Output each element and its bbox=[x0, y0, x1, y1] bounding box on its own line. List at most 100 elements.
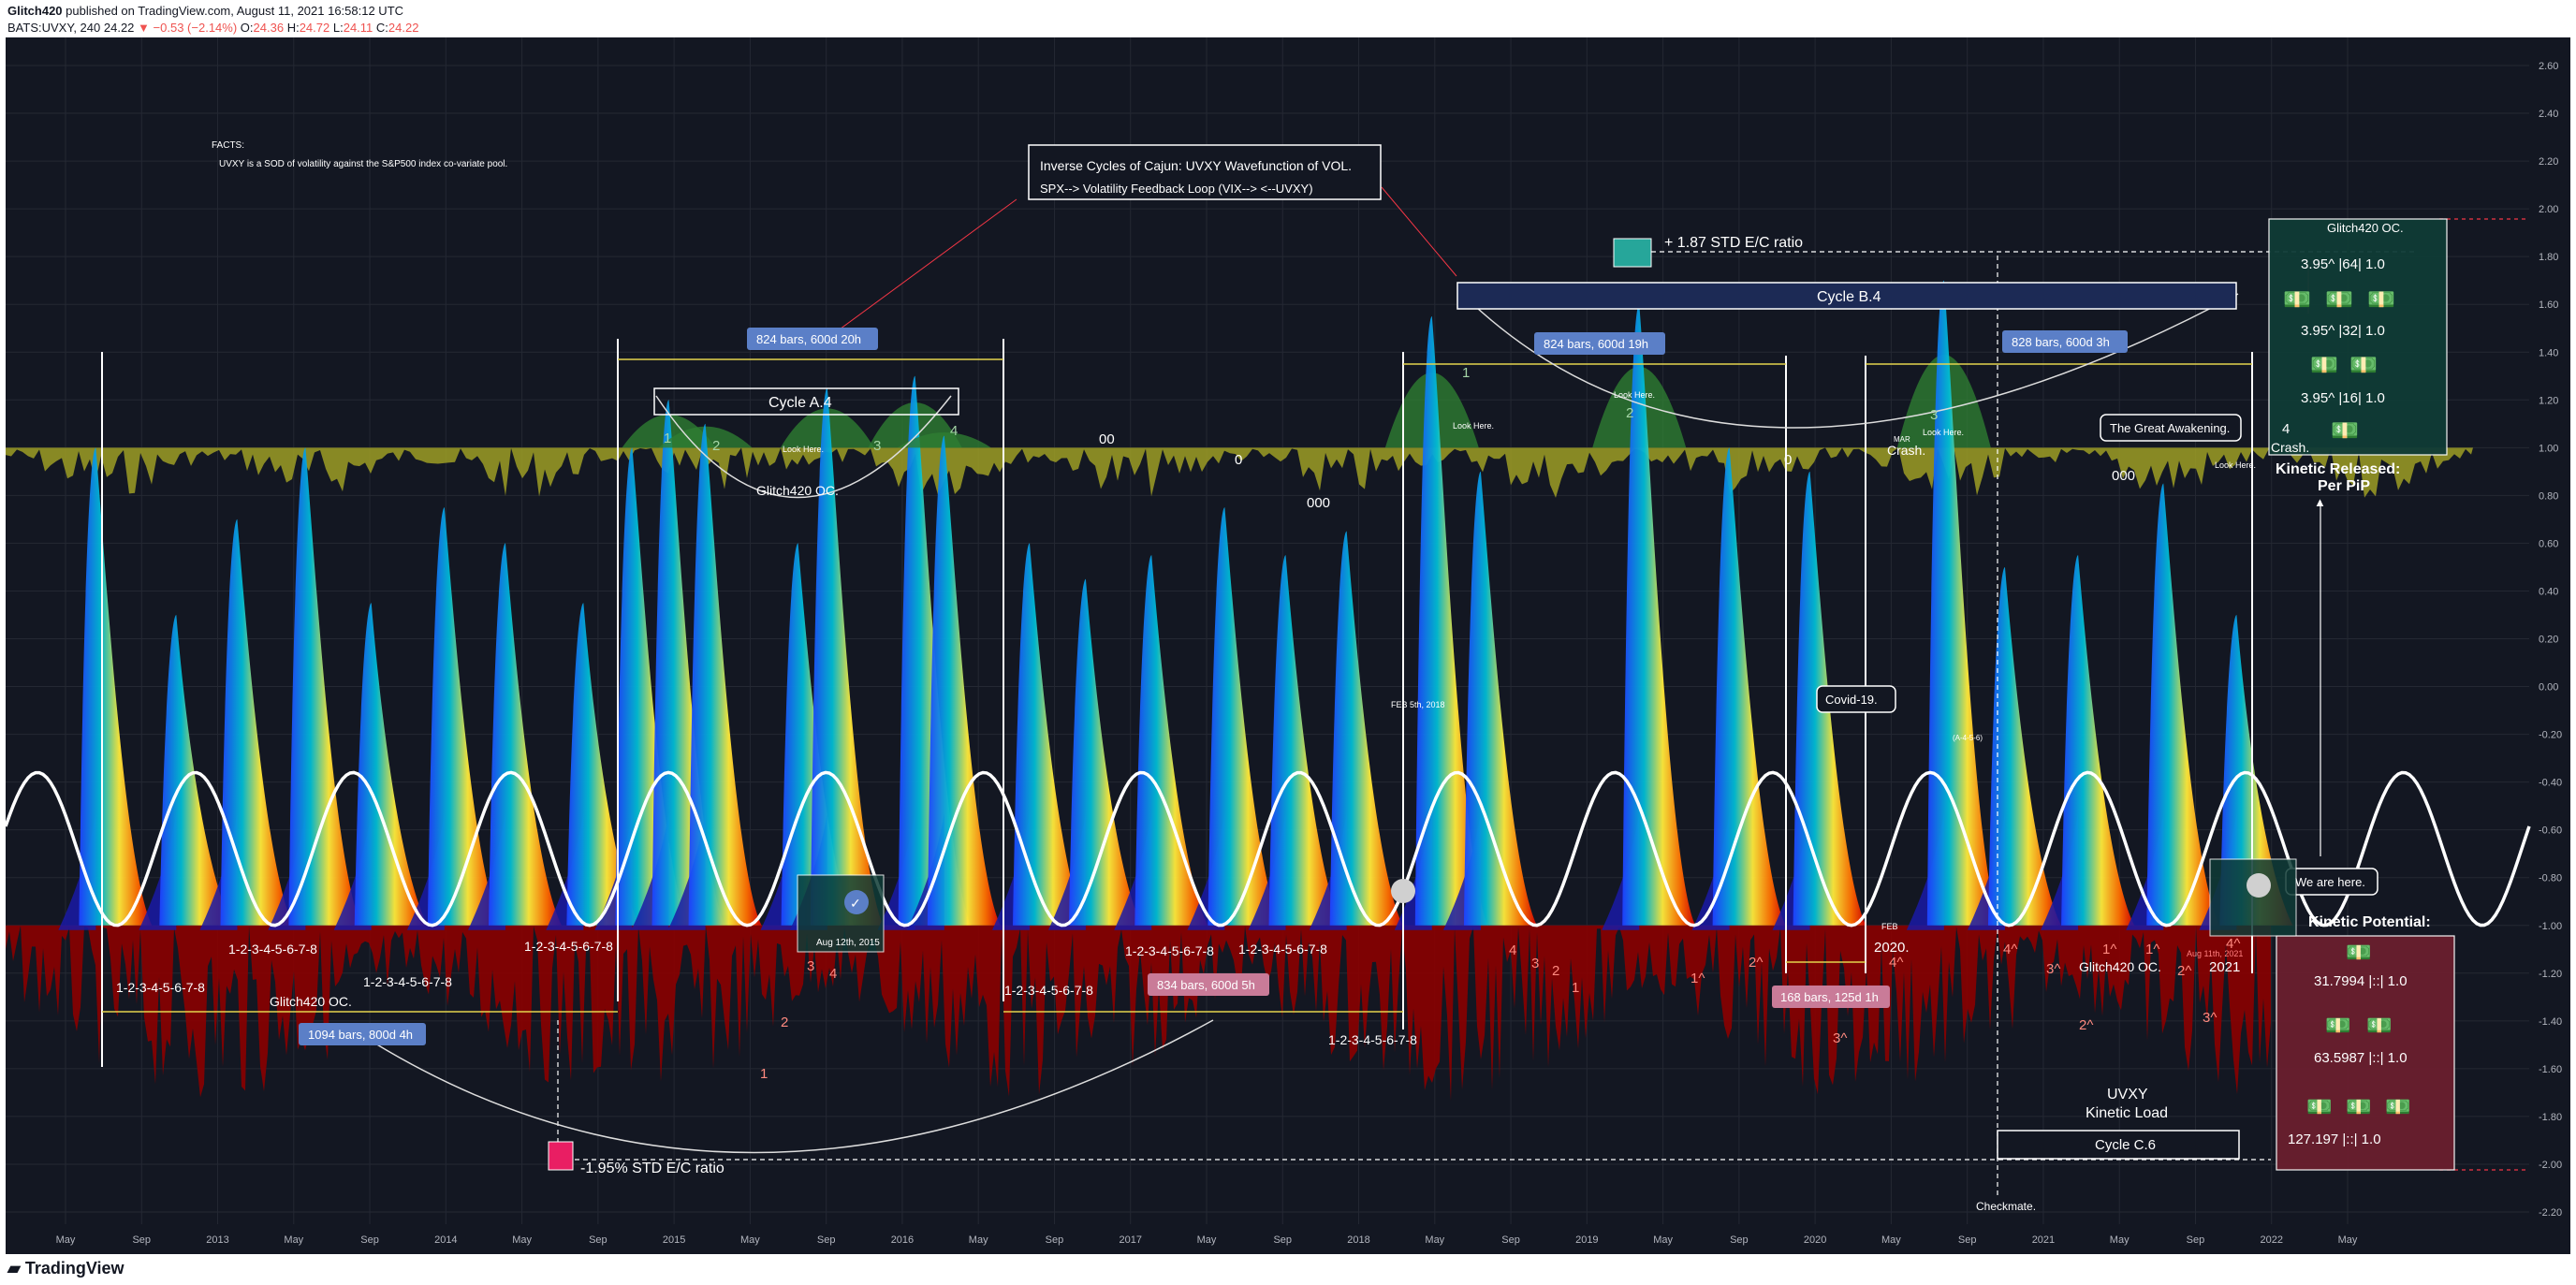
wave-red-8: 1 bbox=[1572, 980, 1579, 996]
money-icon: 💵 bbox=[2310, 353, 2338, 378]
triple-zero-label-1: 000 bbox=[1307, 495, 1330, 511]
open-label: O: bbox=[240, 21, 254, 35]
feb-2018-label: FEB 5th, 2018 bbox=[1391, 700, 1445, 709]
price-tick-label: -1.20 bbox=[2539, 969, 2562, 980]
money-icon: 💵 bbox=[2325, 1014, 2350, 1037]
aug-2015-label: Aug 12th, 2015 bbox=[816, 938, 880, 948]
glitch-oc-label: Glitch420 OC. bbox=[756, 483, 839, 498]
publisher-name[interactable]: Glitch420 bbox=[7, 4, 63, 18]
look-here-2: Look Here. bbox=[1453, 421, 1494, 431]
price-tick-label: 2.00 bbox=[2539, 204, 2558, 215]
up-arrow-icon: ▲ bbox=[2314, 495, 2326, 509]
tradingview-logo[interactable]: ▰ TradingView bbox=[7, 1259, 124, 1278]
price-tick-label: 0.60 bbox=[2539, 538, 2558, 549]
time-tick-label: May bbox=[1881, 1234, 1901, 1246]
time-tick-label: Sep bbox=[817, 1234, 836, 1246]
price-tick-label: -0.20 bbox=[2539, 730, 2562, 741]
wave-green-5: 1 bbox=[1462, 365, 1470, 381]
kinetic-potential-row-1: 31.7994 |::| 1.0 bbox=[2314, 973, 2408, 989]
std-plus-marker[interactable] bbox=[1613, 238, 1652, 268]
glitch-oc-label-3: Glitch420 OC. bbox=[2079, 959, 2161, 974]
high-value: 24.72 bbox=[299, 21, 330, 35]
look-here-5: Look Here. bbox=[2215, 460, 2256, 470]
money-icons-row-5: 💵 💵 💵 bbox=[2306, 1095, 2410, 1118]
wave-red-4: 4 bbox=[829, 966, 837, 982]
money-icon: 💵 bbox=[2367, 287, 2395, 313]
time-tick-label: May bbox=[2110, 1234, 2130, 1246]
bar-label-1: 824 bars, 600d 20h bbox=[756, 332, 861, 346]
price-tick-label: 0.20 bbox=[2539, 635, 2558, 646]
symbol-label[interactable]: BATS:UVXY, 240 bbox=[7, 21, 100, 35]
time-tick-label: Sep bbox=[1501, 1234, 1520, 1246]
time-tick-label: 2019 bbox=[1575, 1234, 1598, 1246]
kinetic-potential-row-3: 127.197 |::| 1.0 bbox=[2288, 1132, 2381, 1147]
money-icon: 💵 bbox=[2325, 287, 2353, 313]
price-tick-label: -0.80 bbox=[2539, 873, 2562, 884]
wave-red-7: 2 bbox=[1552, 963, 1559, 979]
time-tick-label: Sep bbox=[2187, 1234, 2205, 1246]
price-chart[interactable]: 2.60 2.40 2.20 2.00 1.80 1.60 1.40 1.20 1.00 0.80… bbox=[6, 37, 2570, 1254]
wave-green-6: 2 bbox=[1626, 405, 1633, 421]
std-minus-label: -1.95% STD E/C ratio bbox=[580, 1161, 724, 1176]
time-tick-label: Sep bbox=[1273, 1234, 1292, 1246]
covid-label: Covid-19. bbox=[1825, 693, 1878, 707]
kinetic-released-row-3: 3.95^ |16| 1.0 bbox=[2301, 390, 2385, 406]
wave-red-3: 3 bbox=[807, 958, 814, 974]
caret-11: 3^ bbox=[2203, 1010, 2217, 1026]
title-line-1: Inverse Cycles of Cajun: UVXY Wavefuncti… bbox=[1040, 158, 1352, 173]
tv-logo-text: TradingView bbox=[24, 1259, 124, 1278]
wave-red-2: 2 bbox=[781, 1015, 788, 1030]
sequence-label-1: 1-2-3-4-5-6-7-8 bbox=[228, 942, 317, 956]
feb-label: FEB bbox=[1881, 922, 1898, 931]
time-tick-label: May bbox=[284, 1234, 303, 1246]
cycle-a-label: Cycle A.4 bbox=[768, 395, 832, 411]
close-label: C: bbox=[375, 21, 388, 35]
caret-3: 3^ bbox=[1833, 1030, 1847, 1046]
crash-label-2: Crash. bbox=[2271, 440, 2309, 455]
time-tick-label: 2022 bbox=[2260, 1234, 2282, 1246]
time-tick-label: Sep bbox=[1730, 1234, 1749, 1246]
time-tick-label: May bbox=[1653, 1234, 1673, 1246]
money-icon: 💵 bbox=[2306, 1095, 2332, 1118]
down-arrow-icon: ▼ bbox=[138, 21, 150, 35]
time-tick-label: 2021 bbox=[2032, 1234, 2055, 1246]
time-tick-label: 2018 bbox=[1347, 1234, 1369, 1246]
high-label: H: bbox=[286, 21, 300, 35]
uvxy-label: UVXY bbox=[2107, 1087, 2148, 1102]
price-tick-label: 0.80 bbox=[2539, 490, 2558, 502]
sequence-label-8: 1-2-3-4-5-6-7-8 bbox=[1328, 1032, 1417, 1047]
caret-5: 4^ bbox=[2003, 942, 2017, 957]
tv-logo-icon: ▰ bbox=[7, 1259, 21, 1278]
time-tick-label: 2017 bbox=[1119, 1234, 1141, 1246]
wave-white-4: 4 bbox=[2282, 421, 2290, 437]
glitch-oc-label-2: Glitch420 OC. bbox=[270, 994, 352, 1009]
publish-text: published on TradingView.com, August 11,… bbox=[66, 4, 404, 18]
look-here-3: Look Here. bbox=[1614, 390, 1655, 400]
std-minus-marker[interactable] bbox=[548, 1141, 574, 1171]
price-change: −0.53 (−2.14%) bbox=[153, 21, 238, 35]
great-awakening-label: The Great Awakening. bbox=[2110, 421, 2230, 435]
time-tick-label: 2013 bbox=[206, 1234, 228, 1246]
wave-red-6: 3 bbox=[1531, 956, 1539, 971]
price-tick-label: -1.00 bbox=[2539, 921, 2562, 932]
caret-7: 2^ bbox=[2079, 1017, 2093, 1033]
check-mark: ✓ bbox=[850, 896, 861, 911]
bar-label-2: 824 bars, 600d 19h bbox=[1544, 337, 1648, 351]
price-tick-label: -1.80 bbox=[2539, 1112, 2562, 1123]
money-icon: 💵 bbox=[2346, 1095, 2371, 1118]
crash-label-1: Crash. bbox=[1887, 443, 1925, 458]
cycle-c-label: Cycle C.6 bbox=[2095, 1137, 2156, 1153]
price-tick-label: 2.60 bbox=[2539, 61, 2558, 72]
kinetic-potential-title: Kinetic Potential: bbox=[2308, 914, 2431, 930]
money-icon: 💵 bbox=[2331, 418, 2359, 444]
bar-label-4: 1094 bars, 800d 4h bbox=[308, 1028, 413, 1042]
wave-green-7: 3 bbox=[1930, 407, 1938, 423]
sequence-label-3: 1-2-3-4-5-6-7-8 bbox=[363, 974, 452, 989]
time-tick-label: Sep bbox=[360, 1234, 379, 1246]
time-tick-label: 2020 bbox=[1804, 1234, 1826, 1246]
facts-title: FACTS: bbox=[212, 140, 244, 151]
low-value: 24.11 bbox=[343, 21, 373, 35]
price-tick-label: -1.40 bbox=[2539, 1016, 2562, 1028]
sequence-label-2: 1-2-3-4-5-6-7-8 bbox=[116, 980, 205, 995]
facts-line: UVXY is a SOD of volatility against the … bbox=[219, 159, 507, 169]
